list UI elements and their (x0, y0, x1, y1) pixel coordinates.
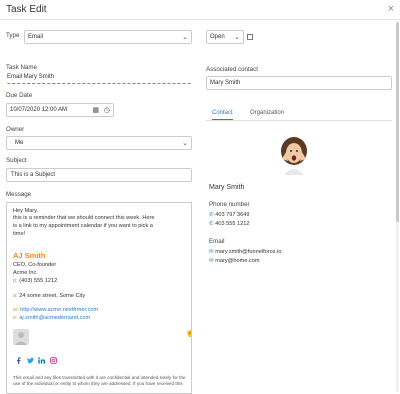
contact-name: Mary Smith (209, 184, 245, 191)
type-select[interactable]: Email ⌄ (24, 30, 192, 44)
envelope-icon: ✉ (209, 258, 214, 264)
footer-line-2: use of the individual or entity to whom … (13, 381, 183, 386)
linkedin-icon[interactable] (38, 357, 46, 364)
close-icon[interactable]: × (388, 3, 394, 15)
type-value: Email (28, 34, 44, 40)
associated-contact-input[interactable]: Mary Smith (206, 76, 392, 90)
chevron-down-icon: ⌄ (182, 34, 188, 41)
signature-web-link[interactable]: http://www.acme.nextfrmer.com (20, 307, 98, 313)
subject-input[interactable]: This is a Subject (6, 168, 192, 182)
social-links (15, 357, 60, 366)
owner-select[interactable]: Me ⌄ (6, 136, 192, 150)
email-address-2: mary@home.com (215, 258, 260, 264)
phone-number-2: 403 555 1212 (215, 221, 250, 227)
title-bar: Task Edit × (0, 0, 400, 20)
phone-row-1[interactable]: ✆ 403 797 3649 (209, 211, 249, 220)
task-name-value: Email Mary Smith (7, 74, 55, 80)
subject-label: Subject (6, 157, 27, 164)
signature-web-prefix: w: (13, 307, 19, 313)
task-name-label: Task Name (6, 64, 37, 71)
signature-phone-prefix: p: (13, 278, 18, 284)
chevron-down-icon: ⌄ (182, 140, 188, 147)
scrollbar[interactable] (396, 22, 399, 392)
due-date-label: Due Date (6, 92, 33, 99)
calendar-icon[interactable]: ▦ (92, 106, 99, 114)
message-line-3: time! (13, 231, 26, 237)
contact-photo-image (281, 137, 307, 175)
signature-address-value: 24 some street, Some City (19, 293, 86, 299)
dialog-title: Task Edit (6, 4, 47, 15)
message-label: Message (6, 191, 32, 198)
envelope-icon: ✉ (209, 249, 214, 255)
email-row-2[interactable]: ✉ mary@home.com (209, 257, 259, 266)
confidentiality-footer: This email and any files transmitted wit… (13, 375, 186, 387)
task-name-input[interactable]: Email Mary Smith (6, 72, 192, 84)
contact-photo (276, 135, 312, 175)
subject-value: This is a Subject (11, 172, 56, 178)
signature-email: e: aj.smith@acmedemand.com (13, 314, 90, 323)
message-editor[interactable]: Hey Mary, this is a reminder that we sho… (6, 202, 192, 394)
signature-address-prefix: a: (13, 293, 18, 299)
message-line-2: is a link to my appointment calendar if … (13, 223, 153, 229)
tab-contact[interactable]: Contact (212, 110, 233, 120)
email-row-1[interactable]: ✉ mary.smith@funnelforce.io (209, 248, 281, 257)
due-date-input[interactable]: 10/07/2020 12:00 AM ▦ ◷ (6, 103, 114, 117)
phone-icon: ✆ (209, 221, 214, 227)
signature-email-prefix: e: (13, 315, 18, 321)
due-date-value: 10/07/2020 12:00 AM (10, 107, 68, 113)
tab-organization[interactable]: Organization (250, 110, 284, 116)
type-label: Type (6, 32, 20, 39)
phone-number-1: 403 797 3649 (215, 212, 250, 218)
person-icon (15, 332, 27, 345)
status-select[interactable]: Open ⌄ (206, 30, 244, 44)
status-checkbox[interactable] (247, 34, 253, 40)
chevron-down-icon: ⌄ (234, 34, 240, 41)
facebook-icon[interactable] (15, 357, 22, 364)
signature-name: AJ Smith (13, 251, 46, 260)
associated-contact-value: Mary Smith (210, 80, 241, 86)
email-label: Email (209, 238, 225, 245)
instagram-icon[interactable] (50, 357, 57, 364)
twitter-icon[interactable] (26, 357, 34, 364)
cursor-hand-icon: ☝ (185, 327, 191, 338)
phone-row-2[interactable]: ✆ 403 555 1212 (209, 220, 249, 229)
owner-value: Me (15, 140, 24, 146)
signature-address: a: 24 some street, Some City (13, 292, 85, 301)
signature-phone: p: (403) 555 1212 (13, 277, 57, 286)
associated-contact-label: Associated contact (206, 66, 258, 73)
signature-avatar (13, 329, 29, 345)
scrollbar-thumb[interactable] (396, 22, 399, 222)
phone-label: Phone number (209, 201, 250, 208)
phone-icon: ✆ (209, 212, 214, 218)
contact-tabs: Contact Organization (206, 109, 392, 121)
signature-email-link[interactable]: aj.smith@acmedemand.com (19, 315, 90, 321)
signature-phone-value: (403) 555 1212 (19, 278, 58, 284)
email-address-1: mary.smith@funnelforce.io (215, 249, 282, 255)
owner-label: Owner (6, 126, 25, 133)
clock-icon[interactable]: ◷ (104, 106, 110, 114)
status-value: Open (210, 34, 225, 40)
